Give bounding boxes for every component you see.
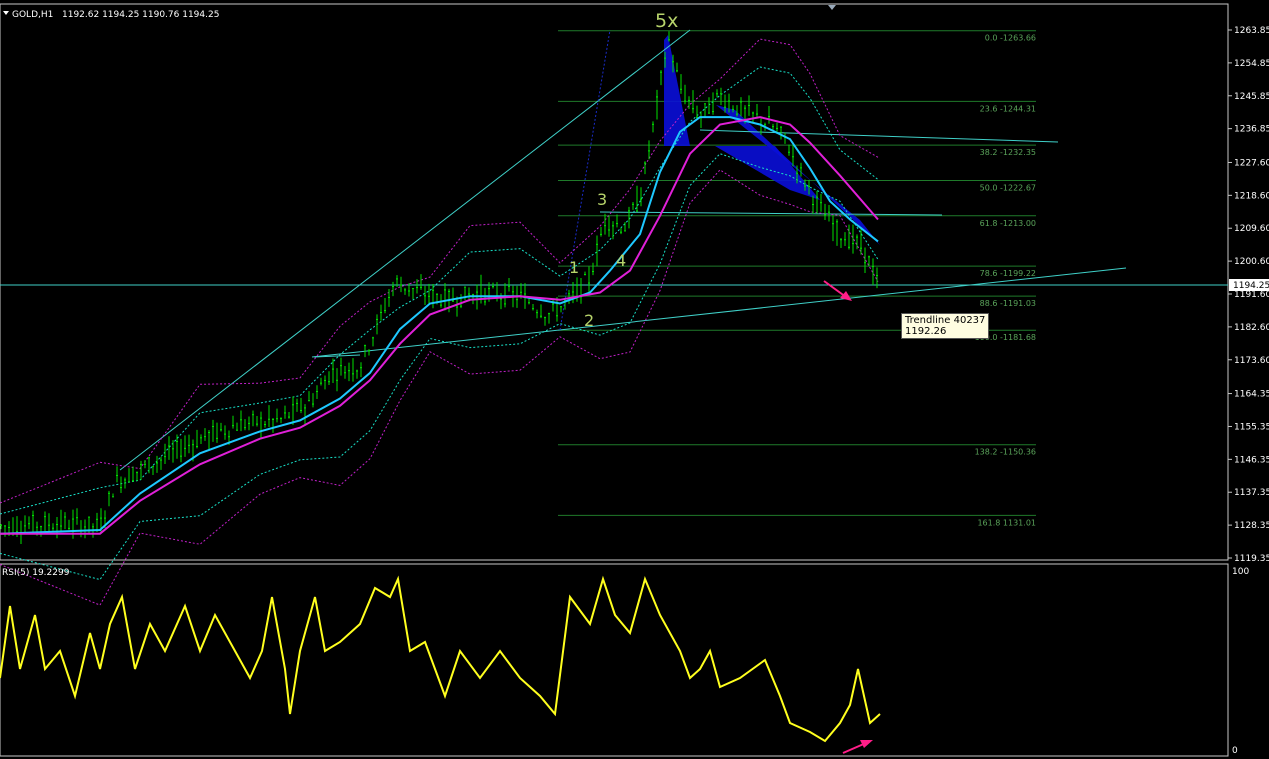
pattern-fill-1: [664, 35, 690, 146]
wave-label-4: 4: [616, 251, 626, 270]
rsi-top-label: 100: [1232, 567, 1249, 577]
fib-level-label: 61.8 -1213.00: [980, 219, 1036, 228]
chart-canvas[interactable]: GOLD,H1 1192.62 1194.25 1190.76 1194.25 …: [0, 0, 1269, 759]
price-tick-label: 1254.85: [1234, 59, 1269, 69]
trendline-rising[interactable]: [119, 29, 691, 471]
fib-level-label: 138.2 -1150.36: [975, 448, 1036, 457]
wave-label-5x: 5x: [655, 10, 678, 32]
price-tick-label: 1155.35: [1234, 422, 1269, 432]
trendline-horizontal-2[interactable]: [599, 211, 943, 216]
fib-level-label: 0.0 -1263.66: [985, 34, 1036, 43]
price-tick-label: 1128.35: [1234, 521, 1269, 531]
bollinger-outer-upper: [0, 38, 879, 504]
rsi-bottom-label: 0: [1232, 746, 1238, 756]
price-tick-label: 1218.60: [1234, 191, 1269, 201]
trendline-tooltip: Trendline 40237 1192.26: [901, 313, 990, 339]
ohlc-label: 1192.62 1194.25 1190.76 1194.25: [62, 10, 219, 20]
down-arrow-icon: [823, 280, 852, 301]
wave-label-2: 2: [584, 311, 594, 330]
price-tick-label: 1209.60: [1234, 224, 1269, 234]
price-tick-label: 1182.60: [1234, 323, 1269, 333]
price-tick-label: 1191.60: [1234, 290, 1269, 300]
price-tick-label: 1236.85: [1234, 125, 1269, 135]
fib-level-label: 23.6 -1244.31: [980, 104, 1036, 113]
fib-level-label: 38.2 -1232.35: [980, 148, 1036, 157]
fib-level-label: 88.6 -1191.03: [980, 299, 1036, 308]
wave-label-3: 3: [597, 190, 607, 209]
fib-level-label: 78.6 -1199.22: [980, 269, 1036, 278]
chevron-down-icon: [3, 11, 9, 15]
price-tick-label: 1137.35: [1234, 488, 1269, 498]
fib-level-label: 50.0 -1222.67: [980, 183, 1036, 192]
fibonacci-levels[interactable]: 0.0 -1263.66 23.6 -1244.31 38.2 -1232.35 50…: [558, 30, 1036, 528]
price-tick-label: 1245.85: [1234, 92, 1269, 102]
bollinger-outer-lower: [0, 169, 879, 606]
current-price-value: 1194.25: [1233, 281, 1269, 291]
moving-average-fast: [0, 116, 879, 535]
rsi-label: RSI(5) 19.2299: [2, 568, 70, 578]
price-tick-label: 1164.35: [1234, 390, 1269, 400]
tooltip-value: 1192.26: [905, 326, 947, 337]
moving-average-slow: [0, 116, 879, 535]
wave-label-1: 1: [569, 258, 579, 277]
tooltip-name: Trendline 40237: [905, 315, 986, 326]
pattern-fill-3: [715, 146, 820, 200]
price-tick-label: 1146.35: [1234, 455, 1269, 465]
bollinger-inner-upper: [0, 66, 879, 515]
price-tick-label: 1119.35: [1234, 554, 1269, 564]
price-tick-label: 1200.60: [1234, 257, 1269, 267]
scroll-marker-icon[interactable]: [828, 5, 836, 10]
price-axis: 1263.85 1254.85 1245.85 1236.85 1227.60 1218.…: [1228, 26, 1269, 564]
rsi-line: [0, 575, 881, 743]
price-tick-label: 1173.60: [1234, 356, 1269, 366]
trendline-horizontal-1[interactable]: [699, 129, 1059, 143]
trendlines[interactable]: [0, 29, 1228, 471]
symbol-label: GOLD,H1: [12, 10, 53, 20]
price-tick-label: 1227.60: [1234, 158, 1269, 168]
rsi-frame: [0, 563, 1229, 757]
fib-level-label: 161.8 1131.01: [977, 518, 1036, 527]
price-tick-label: 1263.85: [1234, 26, 1269, 36]
chart-header: GOLD,H1 1192.62 1194.25 1190.76 1194.25: [3, 10, 219, 20]
up-arrow-icon: [842, 740, 873, 754]
